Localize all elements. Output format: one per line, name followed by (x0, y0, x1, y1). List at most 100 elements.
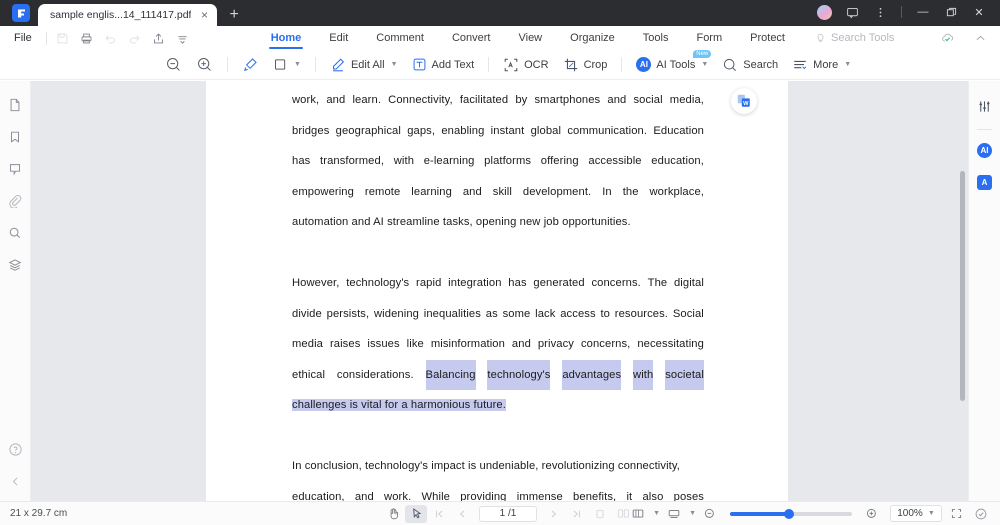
close-window-button[interactable]: ✕ (966, 2, 992, 22)
document-viewer[interactable]: work, and learn. Connectivity, facilitated by… (206, 81, 968, 501)
document-word: enabling (441, 124, 485, 137)
first-page-button[interactable] (428, 505, 450, 523)
ribbon-tab-tools[interactable]: Tools (629, 26, 683, 50)
hand-tool-button[interactable] (382, 505, 404, 523)
lightbulb-icon (817, 33, 824, 42)
shape-button[interactable]: ▼ (266, 53, 308, 77)
more-chevron-down-icon[interactable]: ▼ (844, 61, 851, 68)
search-tools-input[interactable]: Search Tools (815, 32, 894, 44)
save-icon[interactable] (51, 27, 75, 49)
page-layout-button[interactable] (627, 505, 649, 523)
document-word: and (462, 185, 482, 198)
thumbnails-icon[interactable] (0, 89, 31, 121)
comments-icon[interactable] (0, 153, 31, 185)
ai-assistant-icon[interactable]: AI (969, 134, 1000, 166)
undo-icon[interactable] (99, 27, 123, 49)
document-word: with (633, 359, 654, 391)
help-icon[interactable] (0, 433, 31, 465)
ribbon-tab-convert[interactable]: Convert (438, 26, 505, 50)
document-word: also (642, 490, 664, 501)
attachments-icon[interactable] (0, 185, 31, 217)
ribbon-tab-comment[interactable]: Comment (362, 26, 438, 50)
print-icon[interactable] (75, 27, 99, 49)
fit-to-screen-button[interactable] (945, 505, 967, 523)
document-word: communication. (567, 124, 648, 137)
minimize-button[interactable]: — (910, 2, 936, 22)
edit-all-chevron-down-icon[interactable]: ▼ (391, 61, 398, 68)
ribbon-tab-home[interactable]: Home (257, 26, 316, 50)
shape-chevron-down-icon[interactable]: ▼ (294, 61, 301, 68)
feedback-icon[interactable] (839, 2, 865, 22)
select-tool-button[interactable] (405, 504, 427, 523)
close-tab-icon[interactable]: × (197, 9, 211, 21)
quickaccess-dropdown-icon[interactable] (171, 27, 195, 49)
document-tab[interactable]: sample englis...14_111417.pdf × (38, 4, 218, 26)
collapse-sidebar-icon[interactable] (0, 465, 31, 497)
ribbon-tab-view[interactable]: View (504, 26, 556, 50)
more-icon (794, 60, 807, 69)
zoom-in-status-button[interactable] (861, 505, 883, 523)
vertical-scrollbar[interactable] (960, 171, 965, 401)
add-text-button[interactable]: Add Text (405, 53, 482, 77)
zoom-out-status-button[interactable] (699, 505, 721, 523)
crop-button[interactable]: Crop (556, 53, 615, 77)
document-word: learn. (352, 94, 382, 106)
page-layout-chevron-down-icon[interactable]: ▼ (653, 510, 660, 517)
status-check-button[interactable] (970, 505, 992, 523)
thumbnail-panel[interactable] (31, 81, 206, 501)
ribbon-tab-form[interactable]: Form (682, 26, 736, 50)
ai-mark: AI (977, 142, 992, 158)
ai-tools-chevron-down-icon[interactable]: ▼ (701, 61, 708, 68)
highlight-button[interactable] (235, 53, 266, 77)
file-menu-button[interactable]: File (0, 32, 42, 44)
maximize-button[interactable] (938, 2, 964, 22)
document-line: bridges geographical gaps, enabling instant g… (292, 116, 704, 147)
ai-tools-button[interactable]: AI AI Tools ▼ New (629, 49, 715, 77)
document-word: gaps, (407, 124, 436, 137)
zoom-slider-handle[interactable] (783, 508, 794, 519)
translate-icon[interactable]: A (969, 166, 1000, 198)
last-page-button[interactable] (566, 505, 588, 523)
zoom-in-button[interactable] (189, 53, 220, 77)
next-page-button[interactable] (543, 505, 565, 523)
ocr-button[interactable]: OCR (496, 53, 555, 77)
single-page-view-button[interactable] (589, 505, 611, 523)
layers-icon[interactable] (0, 249, 31, 281)
ribbon-tab-edit[interactable]: Edit (315, 26, 362, 50)
add-text-label: Add Text (431, 58, 475, 71)
ribbon-tab-organize[interactable]: Organize (556, 26, 629, 50)
pdf-to-word-button[interactable]: W (731, 88, 757, 114)
search-panel-icon[interactable] (0, 217, 31, 249)
document-word: technology's (487, 359, 551, 391)
bookmarks-icon[interactable] (0, 121, 31, 153)
more-button[interactable]: More ▼ (785, 53, 858, 77)
page-number-input[interactable]: 1 /1 (479, 505, 537, 522)
redo-icon[interactable] (123, 27, 147, 49)
pdf-page[interactable]: work, and learn. Connectivity, facilitated by… (206, 81, 788, 501)
document-tab-title: sample englis...14_111417.pdf (50, 9, 192, 21)
document-line: empowering remote learning and skill developm… (292, 177, 704, 208)
share-icon[interactable] (147, 27, 171, 49)
document-word: the (622, 185, 639, 198)
document-word: empowering (292, 185, 354, 198)
search-button[interactable]: Search (715, 53, 785, 77)
user-avatar[interactable] (811, 2, 837, 22)
edit-all-button[interactable]: Edit All ▼ (323, 53, 405, 77)
new-tab-icon[interactable]: + (229, 7, 238, 23)
prev-page-button[interactable] (451, 505, 473, 523)
overflow-menu-icon[interactable] (867, 2, 893, 22)
reading-mode-chevron-down-icon[interactable]: ▼ (689, 510, 696, 517)
document-word: accessible (588, 155, 642, 168)
ribbon-tab-protect[interactable]: Protect (736, 26, 799, 50)
reading-mode-button[interactable] (663, 505, 685, 523)
document-word: benefits, (573, 490, 617, 501)
collapse-ribbon-icon[interactable] (968, 27, 992, 49)
cloud-sync-ok-icon[interactable] (936, 27, 960, 49)
right-sidebar: AI A (968, 81, 1000, 501)
zoom-slider[interactable] (730, 508, 852, 519)
document-word: lack (535, 307, 556, 320)
properties-sliders-icon[interactable] (969, 90, 1000, 122)
zoom-chevron-down-icon[interactable]: ▼ (928, 510, 935, 517)
zoom-level-select[interactable]: 100% ▼ (890, 505, 942, 522)
zoom-out-button[interactable] (158, 53, 189, 77)
